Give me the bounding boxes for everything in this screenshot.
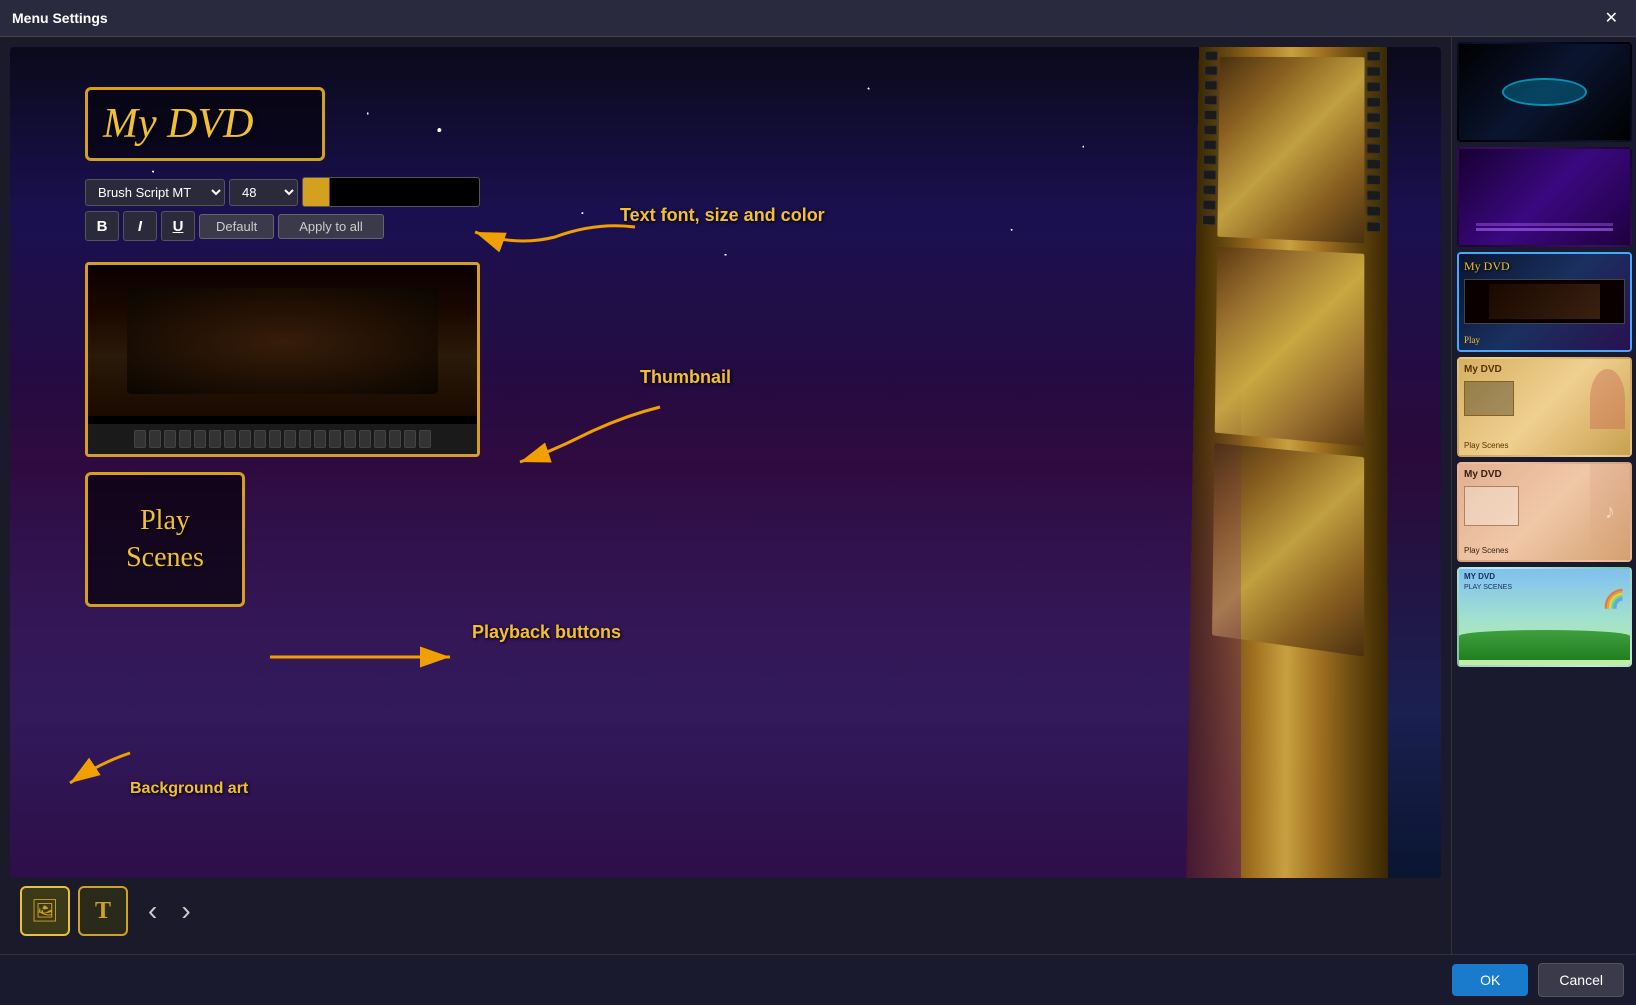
arrow-background: [40, 733, 140, 798]
font-row1: Brush Script MT Arial Times New Roman 48…: [85, 177, 480, 207]
prev-button[interactable]: ‹: [140, 891, 165, 931]
ok-button[interactable]: OK: [1452, 964, 1528, 996]
right-panel: My DVD Play My DVD Play Scenes: [1451, 37, 1636, 954]
thumbnail-3[interactable]: My DVD Play: [1457, 252, 1632, 352]
next-button[interactable]: ›: [173, 891, 198, 931]
image-tool-icon: 🖼: [31, 898, 59, 924]
thumbnail-2[interactable]: [1457, 147, 1632, 247]
bold-button[interactable]: B: [85, 211, 119, 241]
arrow-thumbnail: [500, 387, 680, 482]
thumbnail-image: [88, 265, 477, 416]
thumbnail-1[interactable]: [1457, 42, 1632, 142]
font-size-select[interactable]: 48 36 24 72: [229, 179, 298, 206]
thumbnail-box: [85, 262, 480, 457]
thumbnail-4[interactable]: My DVD Play Scenes: [1457, 357, 1632, 457]
thumbnail-annotation: Thumbnail: [640, 367, 731, 388]
cancel-button[interactable]: Cancel: [1538, 963, 1624, 997]
image-tool-button[interactable]: 🖼: [20, 886, 70, 936]
font-row2: B I U Default Apply to all: [85, 211, 480, 241]
thumbnail-filmstrip: [88, 424, 477, 454]
playback-annotation: Playback buttons: [472, 622, 621, 643]
apply-all-button[interactable]: Apply to all: [278, 214, 384, 239]
preview-area: My DVD Text font, size and color: [10, 47, 1441, 878]
bottom-bar: OK Cancel: [0, 954, 1636, 1005]
text-tool-icon: T: [95, 898, 111, 925]
center-panel: My DVD Text font, size and color: [0, 37, 1451, 954]
color-picker[interactable]: [302, 177, 480, 207]
playback-box: Play Scenes: [85, 472, 245, 607]
arrow-playback: [260, 637, 480, 682]
italic-button[interactable]: I: [123, 211, 157, 241]
dvd-title-box: My DVD: [85, 87, 325, 161]
dvd-title-text: My DVD: [103, 100, 307, 148]
bottom-toolbar: 🖼 T ‹ ›: [10, 878, 1441, 944]
thumbnail-6[interactable]: MY DVD PLAY SCENES 🌈: [1457, 567, 1632, 667]
menu-settings-window: Menu Settings ✕: [0, 0, 1636, 1005]
main-content: My DVD Text font, size and color: [0, 37, 1636, 954]
close-button[interactable]: ✕: [1599, 6, 1624, 30]
font-toolbar: Brush Script MT Arial Times New Roman 48…: [85, 177, 480, 241]
background-annotation: Background art: [130, 780, 248, 798]
window-title: Menu Settings: [12, 10, 108, 26]
filmstrip-decoration: [1196, 47, 1386, 878]
text-font-annotation: Text font, size and color: [620, 205, 825, 226]
title-bar: Menu Settings ✕: [0, 0, 1636, 37]
font-family-select[interactable]: Brush Script MT Arial Times New Roman: [85, 179, 225, 206]
default-button[interactable]: Default: [199, 214, 274, 239]
playback-text: Play Scenes: [126, 503, 204, 576]
underline-button[interactable]: U: [161, 211, 195, 241]
text-tool-button[interactable]: T: [78, 886, 128, 936]
thumbnail-5[interactable]: My DVD Play Scenes ♪: [1457, 462, 1632, 562]
